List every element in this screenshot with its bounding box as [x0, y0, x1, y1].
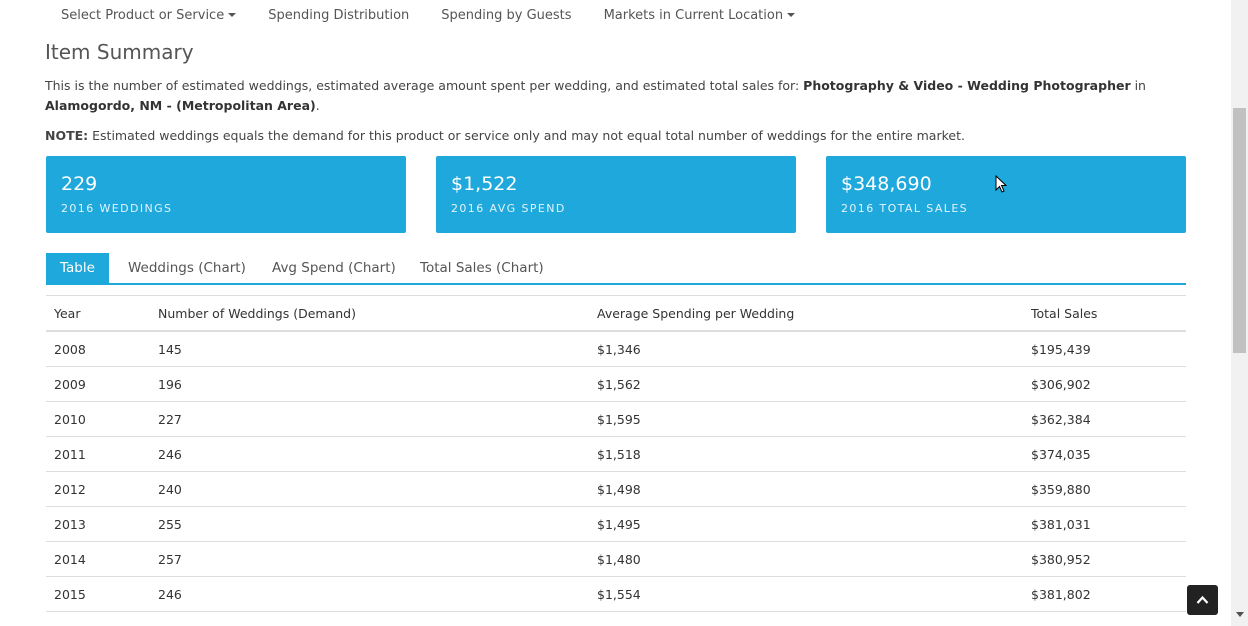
tab-total-sales-chart[interactable]: Total Sales (Chart) — [406, 253, 558, 283]
product-name: Photography & Video - Wedding Photograph… — [803, 78, 1131, 93]
cell-avg-spending: $1,554 — [589, 576, 1023, 612]
stat-label: 2016 TOTAL SALES — [841, 202, 969, 215]
stat-label: 2016 WEDDINGS — [61, 202, 173, 215]
table-row: 2011 246 $1,518 $374,035 — [46, 436, 1186, 472]
cell-weddings: 255 — [150, 506, 589, 542]
caret-down-icon — [787, 13, 796, 17]
summary-note: NOTE: Estimated weddings equals the dema… — [45, 126, 1190, 146]
caret-down-icon — [228, 13, 237, 17]
table-row: 2015 246 $1,554 $381,802 — [46, 576, 1186, 612]
cell-total-sales: $195,439 — [1023, 331, 1186, 367]
cell-total-sales: $381,802 — [1023, 576, 1186, 612]
cell-weddings: 196 — [150, 366, 589, 402]
cell-year: 2008 — [46, 331, 150, 367]
cell-year: 2014 — [46, 541, 150, 577]
stat-weddings: 229 2016 WEDDINGS — [46, 156, 406, 233]
stat-value: $1,522 — [451, 173, 518, 195]
cell-weddings: 145 — [150, 331, 589, 367]
cell-year: 2015 — [46, 576, 150, 612]
cell-year: 2009 — [46, 366, 150, 402]
header-weddings: Number of Weddings (Demand) — [150, 295, 589, 332]
page-title: Item Summary — [45, 40, 194, 64]
cell-total-sales: $306,902 — [1023, 366, 1186, 402]
scroll-to-top-button[interactable] — [1187, 585, 1218, 615]
cell-avg-spending: $1,498 — [589, 471, 1023, 507]
stat-avg-spend: $1,522 2016 AVG SPEND — [436, 156, 796, 233]
cell-year: 2011 — [46, 436, 150, 472]
cell-weddings: 246 — [150, 576, 589, 612]
cell-weddings: 257 — [150, 541, 589, 577]
cell-weddings: 240 — [150, 471, 589, 507]
location-name: Alamogordo, NM - (Metropolitan Area) — [45, 98, 316, 113]
table-row: 2012 240 $1,498 $359,880 — [46, 471, 1186, 507]
table-header-row: Year Number of Weddings (Demand) Average… — [46, 295, 1186, 332]
cell-year: 2013 — [46, 506, 150, 542]
summary-table: Year Number of Weddings (Demand) Average… — [46, 295, 1186, 612]
cell-total-sales: $362,384 — [1023, 401, 1186, 437]
tab-bar: Table Weddings (Chart) Avg Spend (Chart)… — [46, 253, 1186, 285]
header-total-sales: Total Sales — [1023, 295, 1186, 332]
table-row: 2010 227 $1,595 $362,384 — [46, 401, 1186, 437]
desc-in: in — [1130, 78, 1146, 93]
cell-total-sales: $359,880 — [1023, 471, 1186, 507]
cell-total-sales: $380,952 — [1023, 541, 1186, 577]
stat-value: $348,690 — [841, 173, 932, 195]
tab-weddings-chart[interactable]: Weddings (Chart) — [114, 253, 260, 283]
top-nav: Select Product or Service Spending Distr… — [45, 0, 811, 30]
table-row: 2014 257 $1,480 $380,952 — [46, 541, 1186, 577]
table-body: 2008 145 $1,346 $195,439 2009 196 $1,562 $306,9… — [46, 331, 1186, 612]
cell-total-sales: $374,035 — [1023, 436, 1186, 472]
nav-select-product[interactable]: Select Product or Service — [61, 7, 237, 23]
cell-avg-spending: $1,346 — [589, 331, 1023, 367]
cell-avg-spending: $1,562 — [589, 366, 1023, 402]
cell-year: 2012 — [46, 471, 150, 507]
note-label: NOTE: — [45, 128, 89, 143]
cell-avg-spending: $1,518 — [589, 436, 1023, 472]
cell-total-sales: $381,031 — [1023, 506, 1186, 542]
cell-year: 2010 — [46, 401, 150, 437]
nav-markets-label: Markets in Current Location — [603, 7, 784, 23]
summary-description: This is the number of estimated weddings… — [45, 76, 1190, 116]
stat-total-sales: $348,690 2016 TOTAL SALES — [826, 156, 1186, 233]
chevron-up-icon — [1196, 595, 1209, 604]
desc-text: This is the number of estimated weddings… — [45, 78, 804, 93]
mouse-pointer-icon — [995, 175, 1007, 193]
stat-label: 2016 AVG SPEND — [451, 202, 566, 215]
stat-value: 229 — [61, 173, 98, 195]
nav-select-product-label: Select Product or Service — [61, 7, 225, 23]
nav-markets[interactable]: Markets in Current Location — [604, 8, 796, 23]
header-year: Year — [46, 295, 150, 332]
cell-avg-spending: $1,480 — [589, 541, 1023, 577]
scroll-down-arrow-icon[interactable] — [1236, 612, 1244, 617]
tab-table[interactable]: Table — [46, 253, 109, 283]
nav-spending-by-guests[interactable]: Spending by Guests — [441, 8, 571, 23]
vertical-scrollbar[interactable] — [1231, 0, 1248, 626]
header-avg-spending: Average Spending per Wedding — [589, 295, 1023, 332]
cell-avg-spending: $1,495 — [589, 506, 1023, 542]
cell-weddings: 246 — [150, 436, 589, 472]
desc-end: . — [315, 98, 320, 113]
cell-weddings: 227 — [150, 401, 589, 437]
cell-avg-spending: $1,595 — [589, 401, 1023, 437]
note-text: Estimated weddings equals the demand for… — [88, 128, 965, 143]
table-row: 2009 196 $1,562 $306,902 — [46, 366, 1186, 402]
scrollbar-thumb[interactable] — [1233, 108, 1246, 353]
nav-spending-distribution[interactable]: Spending Distribution — [268, 8, 409, 23]
tab-avg-spend-chart[interactable]: Avg Spend (Chart) — [258, 253, 410, 283]
table-row: 2013 255 $1,495 $381,031 — [46, 506, 1186, 542]
table-row: 2008 145 $1,346 $195,439 — [46, 331, 1186, 367]
